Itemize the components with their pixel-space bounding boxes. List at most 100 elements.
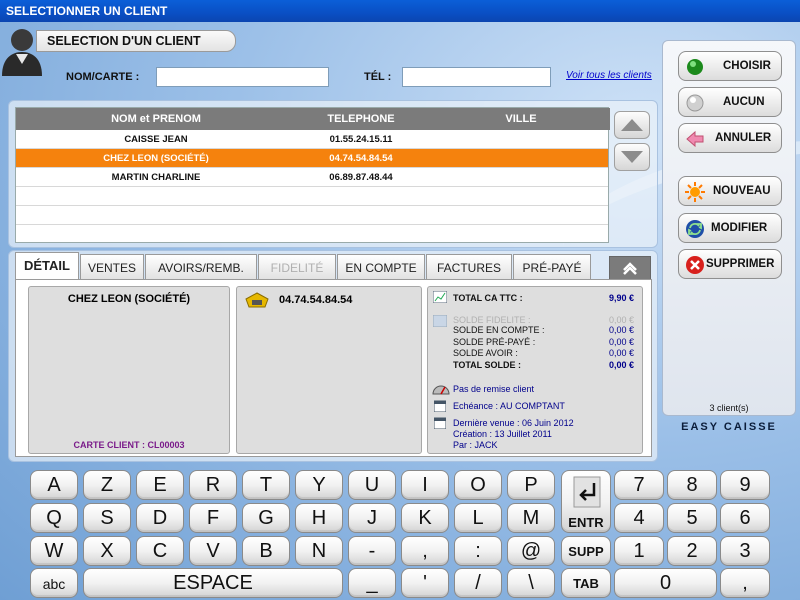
delete-button[interactable]: SUPPRIMER xyxy=(678,249,782,279)
scroll-up-button[interactable] xyxy=(614,111,650,139)
tab-fidelite: FIDELITÉ xyxy=(258,254,336,280)
key-y[interactable]: Y xyxy=(295,470,343,500)
refresh-icon xyxy=(686,220,704,238)
key-b[interactable]: B xyxy=(242,536,290,566)
key-colon[interactable]: : xyxy=(454,536,502,566)
key-2[interactable]: 2 xyxy=(667,536,717,566)
key-8[interactable]: 8 xyxy=(667,470,717,500)
key-space[interactable]: ESPACE xyxy=(83,568,343,598)
cancel-button[interactable]: ANNULER xyxy=(678,123,782,153)
cell-name: MARTIN CHARLINE xyxy=(111,172,201,183)
collapse-panel-button[interactable] xyxy=(609,256,651,280)
tab-pre-paye[interactable]: PRÉ-PAYÉ xyxy=(513,254,591,280)
cancel-label: ANNULER xyxy=(715,132,772,144)
key-supp[interactable]: SUPP xyxy=(561,536,611,566)
tab-detail[interactable]: DÉTAIL xyxy=(15,252,79,280)
key-l[interactable]: L xyxy=(454,503,502,533)
client-table: NOM et PRENOM TELEPHONE VILLE CAISSE JEA… xyxy=(15,107,610,244)
key-q[interactable]: Q xyxy=(30,503,78,533)
name-card-input[interactable] xyxy=(156,67,329,87)
key-r[interactable]: R xyxy=(189,470,237,500)
enter-arrow-icon xyxy=(573,476,601,508)
key-h[interactable]: H xyxy=(295,503,343,533)
key-m[interactable]: M xyxy=(507,503,555,533)
key-v[interactable]: V xyxy=(189,536,237,566)
created-by: Par : JACK xyxy=(453,440,498,450)
key-n[interactable]: N xyxy=(295,536,343,566)
key-7[interactable]: 7 xyxy=(614,470,664,500)
key-enter[interactable]: ENTR xyxy=(561,470,611,533)
key-i[interactable]: I xyxy=(401,470,449,500)
key-t[interactable]: T xyxy=(242,470,290,500)
choose-label: CHOISIR xyxy=(723,60,771,72)
table-row-empty xyxy=(16,225,608,244)
account-balance-value: 0,00 € xyxy=(608,325,634,335)
key-u[interactable]: U xyxy=(348,470,396,500)
table-row[interactable]: CAISSE JEAN 01.55.24.15.11 xyxy=(16,130,608,149)
key-j[interactable]: J xyxy=(348,503,396,533)
key-comma[interactable]: , xyxy=(401,536,449,566)
key-3[interactable]: 3 xyxy=(720,536,770,566)
new-button[interactable]: NOUVEAU xyxy=(678,176,782,206)
key-s[interactable]: S xyxy=(83,503,131,533)
key-6[interactable]: 6 xyxy=(720,503,770,533)
phone-input[interactable] xyxy=(402,67,551,87)
key-slash[interactable]: / xyxy=(454,568,502,598)
edit-button[interactable]: MODIFIER xyxy=(678,213,782,243)
credit-balance-label: SOLDE AVOIR : xyxy=(453,348,518,358)
key-tab[interactable]: TAB xyxy=(561,568,611,598)
key-p[interactable]: P xyxy=(507,470,555,500)
due-terms: Echéance : AU COMPTANT xyxy=(453,401,565,411)
key-apostrophe[interactable]: ' xyxy=(401,568,449,598)
key-underscore[interactable]: _ xyxy=(348,568,396,598)
client-name: CHEZ LEON (SOCIÉTÉ) xyxy=(67,293,191,305)
table-row-selected[interactable]: CHEZ LEON (SOCIÉTÉ) 04.74.54.84.54 xyxy=(16,149,608,168)
tab-factures[interactable]: FACTURES xyxy=(426,254,512,280)
none-button[interactable]: AUCUN xyxy=(678,87,782,117)
account-balance-label: SOLDE EN COMPTE : xyxy=(453,325,545,335)
key-0[interactable]: 0 xyxy=(614,568,717,598)
key-x[interactable]: X xyxy=(83,536,131,566)
credit-balance-value: 0,00 € xyxy=(608,348,634,358)
key-4[interactable]: 4 xyxy=(614,503,664,533)
scroll-down-button[interactable] xyxy=(614,143,650,171)
see-all-clients-link[interactable]: Voir tous les clients xyxy=(566,70,652,81)
key-d[interactable]: D xyxy=(136,503,184,533)
key-a[interactable]: A xyxy=(30,470,78,500)
key-1[interactable]: 1 xyxy=(614,536,664,566)
key-g[interactable]: G xyxy=(242,503,290,533)
key-f[interactable]: F xyxy=(189,503,237,533)
tab-avoirs[interactable]: AVOIRS/REMB. xyxy=(145,254,257,280)
tab-ventes[interactable]: VENTES xyxy=(80,254,144,280)
key-decimal-comma[interactable]: , xyxy=(720,568,770,598)
key-5[interactable]: 5 xyxy=(667,503,717,533)
key-c[interactable]: C xyxy=(136,536,184,566)
table-row-empty xyxy=(16,187,608,206)
key-abc[interactable]: abc xyxy=(30,568,78,598)
choose-button[interactable]: CHOISIR xyxy=(678,51,782,81)
none-label: AUCUN xyxy=(723,96,765,108)
fidelity-icon xyxy=(433,315,447,327)
column-header-name: NOM et PRENOM xyxy=(111,113,201,125)
delete-label: SUPPRIMER xyxy=(706,258,775,270)
table-row[interactable]: MARTIN CHARLINE 06.89.87.48.44 xyxy=(16,168,608,187)
cell-phone: 01.55.24.15.11 xyxy=(329,134,393,145)
key-o[interactable]: O xyxy=(454,470,502,500)
key-e[interactable]: E xyxy=(136,470,184,500)
column-header-phone: TELEPHONE xyxy=(327,113,395,125)
triangle-up-icon xyxy=(621,119,643,131)
key-backslash[interactable]: \ xyxy=(507,568,555,598)
name-card-label: NOM/CARTE : xyxy=(66,71,140,83)
key-at[interactable]: @ xyxy=(507,536,555,566)
back-arrow-icon xyxy=(686,130,704,148)
phone-icon xyxy=(245,292,269,308)
gray-dot-icon xyxy=(686,94,704,112)
key-dash[interactable]: - xyxy=(348,536,396,566)
tab-en-compte[interactable]: EN COMPTE xyxy=(337,254,425,280)
key-9[interactable]: 9 xyxy=(720,470,770,500)
brand-logo: EASY CAISSE xyxy=(681,421,777,433)
key-k[interactable]: K xyxy=(401,503,449,533)
key-w[interactable]: W xyxy=(30,536,78,566)
cell-name: CHEZ LEON (SOCIÉTÉ) xyxy=(103,153,209,164)
key-z[interactable]: Z xyxy=(83,470,131,500)
